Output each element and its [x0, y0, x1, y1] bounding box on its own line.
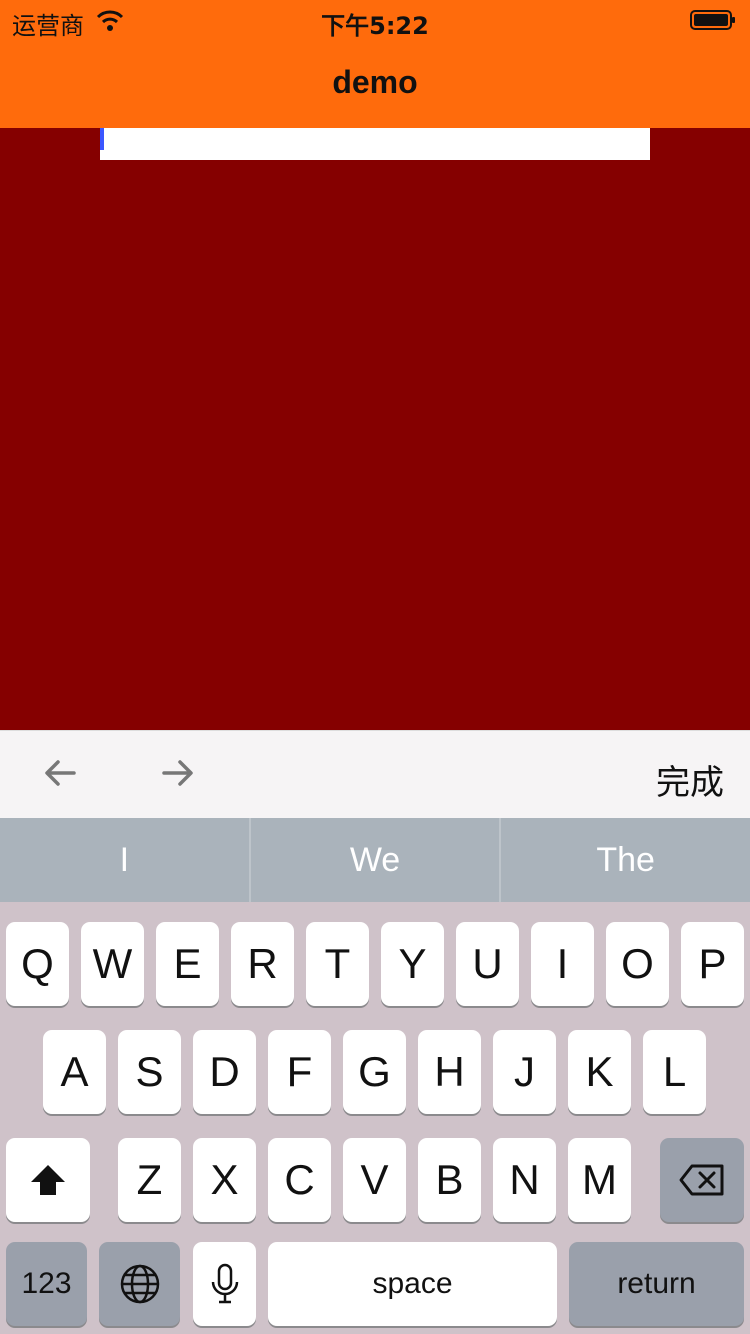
suggestion-item[interactable]: We [248, 818, 500, 902]
key-o[interactable]: O [606, 922, 669, 1006]
dictation-key[interactable] [193, 1242, 256, 1326]
keyboard: Q W E R T Y U I O P A S D F G H J K L Z … [0, 902, 750, 1334]
key-w[interactable]: W [81, 922, 144, 1006]
key-n[interactable]: N [493, 1138, 556, 1222]
key-g[interactable]: G [343, 1030, 406, 1114]
key-i[interactable]: I [531, 922, 594, 1006]
key-x[interactable]: X [193, 1138, 256, 1222]
shift-icon [31, 1165, 65, 1195]
key-c[interactable]: C [268, 1138, 331, 1222]
key-p[interactable]: P [681, 922, 744, 1006]
globe-icon [120, 1264, 159, 1304]
text-input[interactable] [100, 128, 650, 160]
key-k[interactable]: K [568, 1030, 631, 1114]
delete-key[interactable] [660, 1138, 744, 1222]
text-caret [100, 128, 104, 150]
key-m[interactable]: M [568, 1138, 631, 1222]
key-h[interactable]: H [418, 1030, 481, 1114]
key-y[interactable]: Y [381, 922, 444, 1006]
clock: 下午5:22 [321, 12, 429, 40]
key-f[interactable]: F [268, 1030, 331, 1114]
content-area [0, 128, 750, 730]
key-t[interactable]: T [306, 922, 369, 1006]
keyboard-accessory-bar: 完成 [0, 730, 750, 819]
key-u[interactable]: U [456, 922, 519, 1006]
key-q[interactable]: Q [6, 922, 69, 1006]
navigation-bar: demo [0, 40, 750, 128]
shift-key[interactable] [6, 1138, 90, 1222]
page-title: demo [332, 64, 418, 100]
numbers-key[interactable]: 123 [6, 1242, 87, 1326]
key-j[interactable]: J [493, 1030, 556, 1114]
key-d[interactable]: D [193, 1030, 256, 1114]
suggestion-bar: I We The [0, 818, 750, 902]
key-s[interactable]: S [118, 1030, 181, 1114]
key-b[interactable]: B [418, 1138, 481, 1222]
globe-key[interactable] [99, 1242, 180, 1326]
key-r[interactable]: R [231, 922, 294, 1006]
done-button[interactable]: 完成 [656, 755, 724, 804]
return-key[interactable]: return [569, 1242, 744, 1326]
key-e[interactable]: E [156, 922, 219, 1006]
suggestion-item[interactable]: The [499, 818, 750, 902]
space-key[interactable]: space [268, 1242, 557, 1326]
backspace-icon [679, 1164, 724, 1196]
key-v[interactable]: V [343, 1138, 406, 1222]
battery-icon [690, 10, 735, 30]
key-z[interactable]: Z [118, 1138, 181, 1222]
key-l[interactable]: L [643, 1030, 706, 1114]
suggestion-item[interactable]: I [0, 818, 249, 902]
arrow-left-icon[interactable] [40, 753, 80, 793]
arrow-right-icon[interactable] [158, 753, 198, 793]
microphone-icon [211, 1263, 238, 1304]
status-bar: 运营商 下午5:22 [0, 0, 750, 40]
key-a[interactable]: A [43, 1030, 106, 1114]
